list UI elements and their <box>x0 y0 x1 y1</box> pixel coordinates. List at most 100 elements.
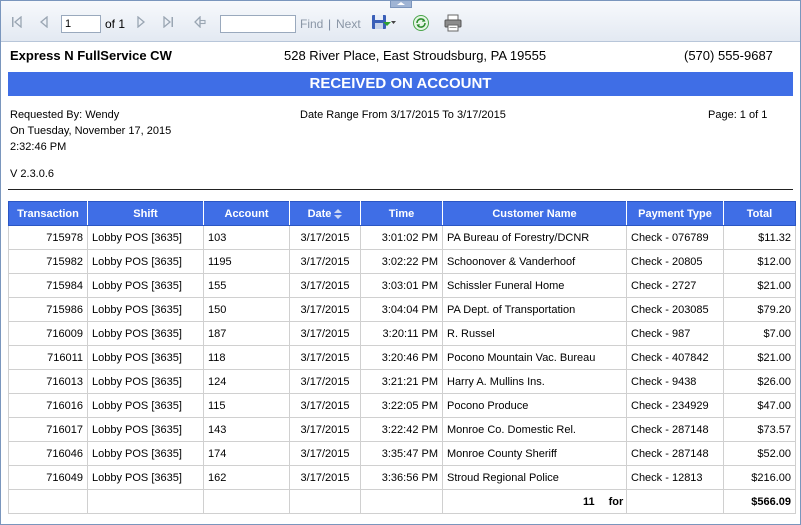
table-row: 716017 Lobby POS [3635] 143 3/17/2015 3:22:4… <box>8 417 796 442</box>
cell-date: 3/17/2015 <box>289 225 361 250</box>
next-page-icon[interactable] <box>136 15 146 33</box>
cell-transaction: 716009 <box>8 321 88 346</box>
cell-account: 103 <box>203 225 290 250</box>
cell-customer-name: Pocono Produce <box>442 393 627 418</box>
find-text-input[interactable] <box>220 15 296 33</box>
cell-payment-type: Check - 987 <box>626 321 724 346</box>
cell-payment-type: Check - 203085 <box>626 297 724 322</box>
empty-cell <box>360 489 443 514</box>
first-page-icon[interactable] <box>11 15 23 33</box>
cell-account: 162 <box>203 465 290 490</box>
cell-account: 187 <box>203 321 290 346</box>
total-count-cell: 11 for <box>583 489 724 514</box>
cell-transaction: 716017 <box>8 417 88 442</box>
cell-time: 3:35:47 PM <box>360 441 443 466</box>
cell-payment-type: Check - 287148 <box>626 417 724 442</box>
cell-transaction: 716011 <box>8 345 88 370</box>
cell-date: 3/17/2015 <box>289 369 361 394</box>
printer-icon[interactable] <box>444 14 462 32</box>
cell-customer-name: R. Russel <box>442 321 627 346</box>
cell-shift: Lobby POS [3635] <box>87 297 204 322</box>
col-header-time[interactable]: Time <box>360 201 443 226</box>
cell-date: 3/17/2015 <box>289 273 361 298</box>
prev-page-icon[interactable] <box>39 15 49 33</box>
cell-date: 3/17/2015 <box>289 249 361 274</box>
report-toolbar: of 1 Find | Next <box>1 1 800 42</box>
save-export-icon[interactable] <box>371 13 397 31</box>
requested-by: Requested By: Wendy <box>10 109 120 121</box>
cell-time: 3:02:22 PM <box>360 249 443 274</box>
requested-date: On Tuesday, November 17, 2015 <box>10 125 172 137</box>
cell-customer-name: Schoonover & Vanderhoof <box>442 249 627 274</box>
cell-payment-type: Check - 9438 <box>626 369 724 394</box>
cell-total: $26.00 <box>723 369 796 394</box>
col-header-customer-name[interactable]: Customer Name <box>442 201 627 226</box>
empty-cell <box>87 489 204 514</box>
cell-customer-name: Monroe County Sheriff <box>442 441 627 466</box>
cell-shift: Lobby POS [3635] <box>87 225 204 250</box>
cell-payment-type: Check - 234929 <box>626 393 724 418</box>
cell-payment-type: Check - 407842 <box>626 345 724 370</box>
toolbar-separator: | <box>328 17 332 31</box>
cell-customer-name: Monroe Co. Domestic Rel. <box>442 417 627 442</box>
cell-transaction: 716049 <box>8 465 88 490</box>
cell-date: 3/17/2015 <box>289 321 361 346</box>
cell-total: $21.00 <box>723 345 796 370</box>
table-row: 716009 Lobby POS [3635] 187 3/17/2015 3:20:1… <box>8 321 796 346</box>
last-page-icon[interactable] <box>162 15 174 33</box>
cell-total: $21.00 <box>723 273 796 298</box>
col-header-account[interactable]: Account <box>203 201 290 226</box>
cell-time: 3:22:05 PM <box>360 393 443 418</box>
col-header-payment-type[interactable]: Payment Type <box>626 201 724 226</box>
collapse-toolbar-handle[interactable] <box>390 1 412 8</box>
cell-payment-type: Check - 20805 <box>626 249 724 274</box>
cell-customer-name: Stroud Regional Police <box>442 465 627 490</box>
cell-customer-name: Schissler Funeral Home <box>442 273 627 298</box>
table-row: 716049 Lobby POS [3635] 162 3/17/2015 3:36:5… <box>8 465 796 490</box>
cell-shift: Lobby POS [3635] <box>87 393 204 418</box>
page-info: Page: 1 of 1 <box>708 109 768 121</box>
cell-account: 1195 <box>203 249 290 274</box>
col-header-total[interactable]: Total <box>723 201 796 226</box>
col-header-transaction[interactable]: Transaction <box>8 201 88 226</box>
col-header-shift[interactable]: Shift <box>87 201 204 226</box>
cell-date: 3/17/2015 <box>289 417 361 442</box>
date-range: Date Range From 3/17/2015 To 3/17/2015 <box>300 109 506 121</box>
page-count-label: of 1 <box>105 17 126 31</box>
cell-customer-name: PA Bureau of Forestry/DCNR <box>442 225 627 250</box>
cell-time: 3:21:21 PM <box>360 369 443 394</box>
cell-total: $216.00 <box>723 465 796 490</box>
cell-shift: Lobby POS [3635] <box>87 321 204 346</box>
find-link[interactable]: Find <box>300 17 323 31</box>
cell-date: 3/17/2015 <box>289 441 361 466</box>
cell-payment-type: Check - 2727 <box>626 273 724 298</box>
cell-total: $52.00 <box>723 441 796 466</box>
cell-transaction: 715984 <box>8 273 88 298</box>
cell-time: 3:36:56 PM <box>360 465 443 490</box>
cell-transaction: 716046 <box>8 441 88 466</box>
cell-total: $7.00 <box>723 321 796 346</box>
table-row: 716011 Lobby POS [3635] 118 3/17/2015 3:20:4… <box>8 345 796 370</box>
cell-transaction: 715986 <box>8 297 88 322</box>
grand-total: $566.09 <box>723 489 796 514</box>
cell-date: 3/17/2015 <box>289 297 361 322</box>
table-row: 715984 Lobby POS [3635] 155 3/17/2015 3:03:0… <box>8 273 796 298</box>
table-body: 715978 Lobby POS [3635] 103 3/17/2015 3:01:0… <box>8 225 796 514</box>
report-title: RECEIVED ON ACCOUNT <box>8 72 793 96</box>
cell-account: 118 <box>203 345 290 370</box>
cell-transaction: 715978 <box>8 225 88 250</box>
refresh-icon[interactable] <box>412 14 430 32</box>
sort-icon[interactable] <box>334 208 343 219</box>
cell-payment-type: Check - 076789 <box>626 225 724 250</box>
cell-total: $73.57 <box>723 417 796 442</box>
table-total-row: 11 for $566.09 <box>8 489 796 514</box>
cell-time: 3:01:02 PM <box>360 225 443 250</box>
col-header-date[interactable]: Date <box>289 201 361 226</box>
back-icon[interactable] <box>194 15 206 33</box>
table-row: 715978 Lobby POS [3635] 103 3/17/2015 3:01:0… <box>8 225 796 250</box>
table-row: 716013 Lobby POS [3635] 124 3/17/2015 3:21:2… <box>8 369 796 394</box>
cell-time: 3:03:01 PM <box>360 273 443 298</box>
page-number-input[interactable] <box>61 15 101 33</box>
table-row: 716046 Lobby POS [3635] 174 3/17/2015 3:35:4… <box>8 441 796 466</box>
find-next-link[interactable]: Next <box>336 17 361 31</box>
